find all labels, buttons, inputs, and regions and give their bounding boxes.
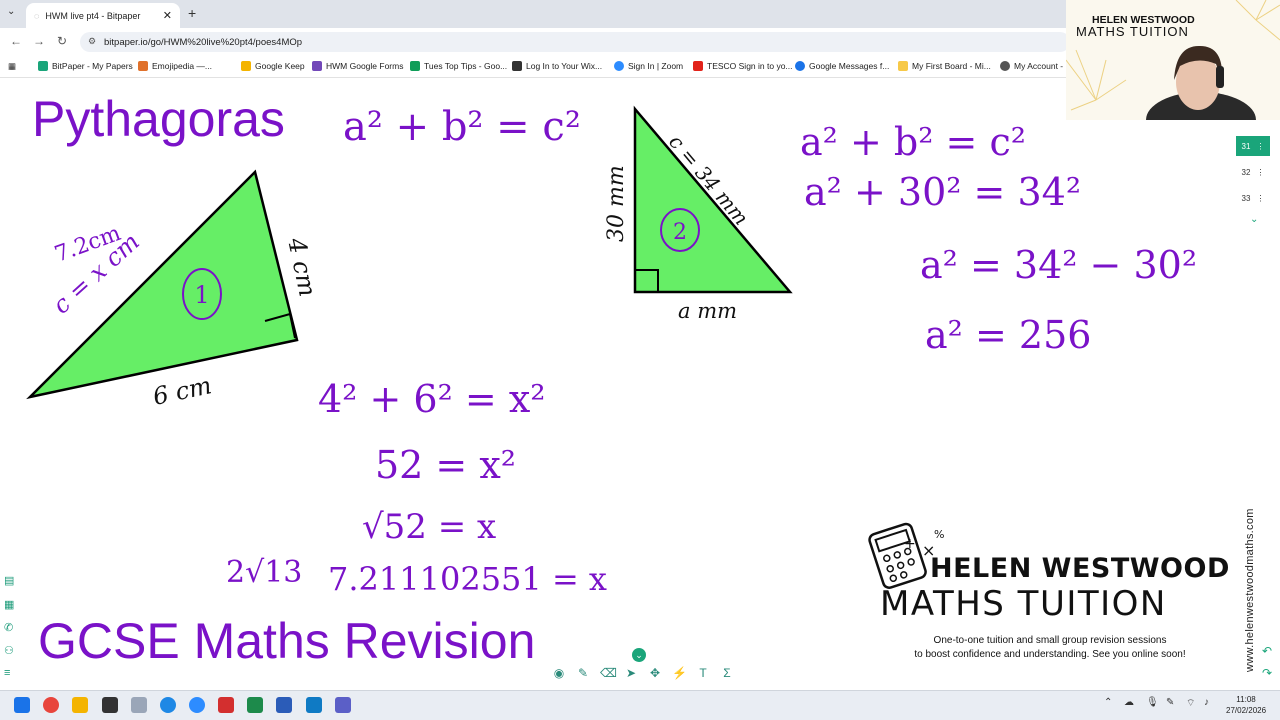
side-label: 30 mm: [604, 165, 629, 242]
drawing-toolbar: ◉ ✎ ⌫ ➤ ✥ ⚡ T Σ: [552, 666, 734, 680]
pen-icon[interactable]: ✎: [576, 666, 590, 680]
scroll-down-icon[interactable]: ⌄: [1250, 214, 1258, 225]
equation-icon[interactable]: Σ: [720, 666, 734, 680]
working-line: a² + b² = c²: [800, 120, 1026, 164]
snipping-icon[interactable]: [131, 697, 147, 713]
excel-icon[interactable]: [247, 697, 263, 713]
page-thumb-33[interactable]: 33 ⋮: [1236, 188, 1270, 208]
wifi-icon[interactable]: ⌔: [1186, 697, 1195, 710]
brand-tagline: One-to-one tuition and small group revis…: [895, 634, 1205, 662]
brand-website: www.helenwestwoodmaths.com: [1244, 508, 1256, 672]
phone-icon[interactable]: ✆: [4, 621, 13, 634]
system-clock[interactable]: 11:08 27/02/2026: [1226, 694, 1266, 716]
undo-icon[interactable]: ↶: [1262, 644, 1272, 658]
menu-icon[interactable]: ≡: [4, 667, 10, 679]
zoom-icon[interactable]: [189, 697, 205, 713]
more-icon[interactable]: ⋮: [1256, 194, 1264, 203]
eraser-icon[interactable]: ⌫: [600, 666, 617, 680]
photos-icon[interactable]: [306, 697, 322, 713]
start-icon[interactable]: [14, 697, 30, 713]
brand-sub: MATHS TUITION: [880, 584, 1167, 624]
side-label: a mm: [678, 299, 737, 323]
volume-icon[interactable]: ♪: [1204, 697, 1209, 708]
working-line: a² = 256: [925, 313, 1091, 357]
clipboard-icon[interactable]: ▤: [4, 574, 14, 587]
page-thumb-31[interactable]: 31 ⋮: [1236, 136, 1270, 156]
webcam-logo-line2: MATHS TUITION: [1076, 24, 1189, 39]
text-tool-icon[interactable]: T: [696, 666, 710, 680]
tagline-line: to boost confidence and understanding. S…: [914, 649, 1186, 660]
clock-time: 11:08: [1236, 695, 1256, 704]
acrobat-icon[interactable]: [218, 697, 234, 713]
user-icon[interactable]: ⚇: [4, 644, 14, 657]
redo-icon[interactable]: ↷: [1262, 666, 1272, 680]
app-icon[interactable]: [102, 697, 118, 713]
more-icon[interactable]: ⋮: [1256, 168, 1264, 177]
tagline-line: One-to-one tuition and small group revis…: [933, 635, 1167, 646]
mic-icon[interactable]: 🎙: [1146, 697, 1159, 708]
laser-icon[interactable]: ⚡: [672, 666, 687, 680]
percent-symbol-icon: %: [934, 528, 944, 541]
triangle-2-label: 2: [673, 220, 687, 245]
teams-icon[interactable]: [335, 697, 351, 713]
working-line: a² = 34² − 30²: [920, 243, 1197, 287]
grid-icon[interactable]: ▦: [4, 598, 14, 611]
collapse-toolbar-icon[interactable]: ⌄: [632, 648, 646, 662]
side-label: 4 cm: [282, 234, 322, 299]
brand-name: HELEN WESTWOOD: [930, 553, 1230, 584]
word-icon[interactable]: [276, 697, 292, 713]
working-line: 52 = x²: [375, 443, 516, 487]
side-label: 6 cm: [150, 371, 214, 411]
screen: ⌄ ◌ HWM live pt4 - Bitpaper ✕ + ← → ↻ ⚙ …: [0, 0, 1280, 720]
tray-overflow-icon[interactable]: ⌃: [1104, 697, 1112, 708]
pointer-icon[interactable]: ➤: [624, 666, 638, 680]
cloud-icon[interactable]: ☁: [1124, 697, 1134, 708]
pen-tray-icon[interactable]: ✎: [1166, 697, 1174, 708]
plus-symbol-icon: +: [904, 536, 916, 552]
triangle-1-label: 1: [194, 281, 209, 309]
clock-date: 27/02/2026: [1226, 706, 1267, 715]
edge-icon[interactable]: [160, 697, 176, 713]
working-line: 4² + 6² = x²: [318, 377, 545, 421]
page-title: Pythagoras: [32, 91, 285, 147]
page-thumb-32[interactable]: 32 ⋮: [1236, 162, 1270, 182]
calculator-logo-icon: [868, 522, 927, 589]
more-icon[interactable]: ⋮: [1256, 142, 1264, 151]
file-explorer-icon[interactable]: [72, 697, 88, 713]
move-icon[interactable]: ✥: [648, 666, 662, 680]
working-line: √52 = x: [362, 507, 496, 547]
working-line: 7.211102551 = x: [328, 560, 607, 598]
working-line: a² + 30² = 34²: [804, 170, 1081, 214]
formula-top: a² + b² = c²: [343, 104, 581, 150]
palette-icon[interactable]: ◉: [552, 666, 566, 680]
surd-note: 2√13: [226, 555, 302, 590]
page-subtitle: GCSE Maths Revision: [38, 613, 536, 669]
chrome-icon[interactable]: [43, 697, 59, 713]
